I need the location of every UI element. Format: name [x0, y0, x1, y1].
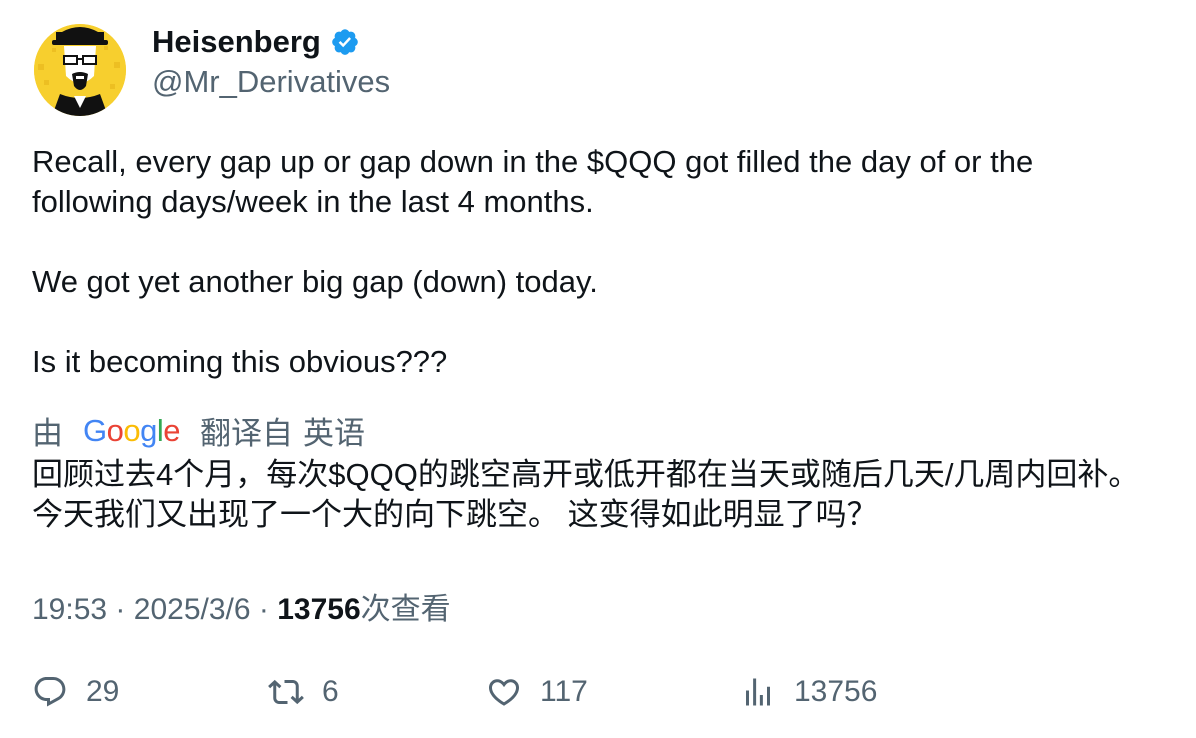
google-logo: Google — [83, 412, 181, 448]
tweet-text: Recall, every gap up or gap down in the … — [32, 142, 1162, 382]
views-label: 次查看 — [360, 593, 451, 626]
translated-text: 回顾过去4个月，每次$QQQ的跳空高开或低开都在当天或随后几天/几周内回补。 今… — [32, 457, 1140, 532]
verified-badge-icon — [332, 29, 358, 55]
reply-count: 29 — [86, 675, 120, 708]
translation-attribution[interactable]: 由 Google 翻译自 英语 — [32, 408, 365, 453]
translation-prefix: 由 — [32, 416, 63, 451]
like-count: 117 — [540, 675, 588, 708]
like-button[interactable]: 117 — [486, 670, 588, 714]
tweet-time[interactable]: 19:53 — [32, 593, 107, 626]
views-chart-icon — [746, 678, 770, 706]
retweet-count: 6 — [322, 675, 339, 708]
author-names: Heisenberg @Mr_Derivatives — [152, 24, 390, 100]
tweet-date[interactable]: 2025/3/6 — [134, 593, 251, 626]
display-name-row: Heisenberg — [152, 24, 390, 60]
heart-icon — [488, 679, 520, 706]
meta-separator: · — [115, 593, 126, 626]
tweet-paragraph: Is it becoming this obvious??? — [32, 344, 448, 379]
display-name[interactable]: Heisenberg — [152, 24, 321, 60]
tweet-paragraph: Recall, every gap up or gap down in the … — [32, 144, 1034, 219]
tweet-meta: 19:53 · 2025/3/6 · 13756次查看 — [32, 584, 451, 628]
tweet-header: Heisenberg @Mr_Derivatives — [34, 24, 390, 116]
tweet-paragraph: We got yet another big gap (down) today. — [32, 264, 598, 299]
views-action-count: 13756 — [794, 675, 878, 708]
reply-button[interactable]: 29 — [32, 670, 119, 714]
retweet-icon — [268, 679, 304, 705]
views-button[interactable]: 13756 — [740, 670, 877, 714]
views-count: 13756 — [277, 593, 361, 626]
translation-label: 翻译自 — [200, 416, 294, 451]
reply-icon — [34, 677, 66, 707]
translation-language: 英语 — [303, 416, 366, 451]
author-handle[interactable]: @Mr_Derivatives — [152, 64, 390, 100]
meta-separator: · — [258, 593, 269, 626]
heisenberg-avatar-icon — [34, 24, 126, 116]
retweet-button[interactable]: 6 — [268, 670, 339, 714]
avatar[interactable] — [34, 24, 126, 116]
action-bar: 29 6 117 13756 — [32, 670, 1132, 714]
